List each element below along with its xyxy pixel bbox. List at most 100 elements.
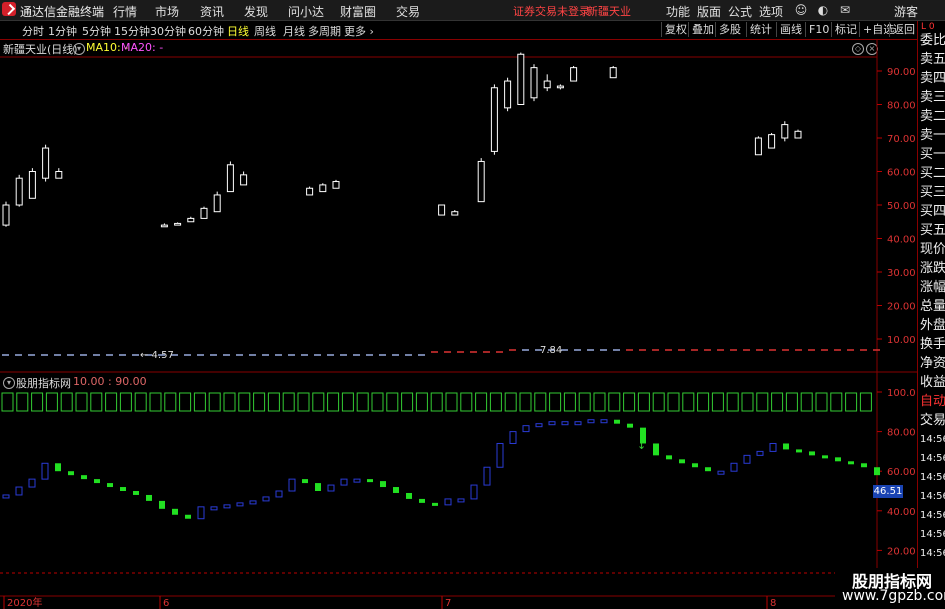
indicator-menu-icon[interactable]: ▾ [3,377,15,389]
toolbar-button-0[interactable]: 复权 [661,22,690,37]
indicator-bar-down [614,419,620,424]
candle-body [504,80,512,109]
menu-1[interactable]: 市场 [155,3,179,20]
signal-box [31,392,44,412]
indicator-bar-down [848,461,854,465]
right-menu-3[interactable]: 选项 [759,3,783,20]
side-item-20: 交易 [920,413,945,428]
indicator-bar-up [496,442,504,468]
tab-period-0[interactable]: 分时 [22,23,44,39]
indicator-bar-down [874,467,880,476]
candle-body [306,187,314,196]
side-item-26: 14:56 [920,529,945,540]
close-icon[interactable]: × [866,43,878,55]
signal-box [208,392,221,412]
indicator-bar-down [653,443,659,456]
indicator-bar-up [600,419,608,424]
toolbar-button-4[interactable]: 画线 [776,22,805,37]
x-axis-label: 6 [163,598,169,609]
signal-box [238,392,251,412]
candle-body [213,194,221,213]
tab-period-7[interactable]: 周线 [254,23,276,39]
signal-box [282,392,295,412]
kline-chart: 90.00 80.00 70.00 60.00 50.00 40.00 30.00 20.00… [0,40,917,609]
side-item-15: 外盘 [920,318,945,333]
toolbar-button-2[interactable]: 多股 [715,22,744,37]
toolbar-button-8[interactable]: 返回 [889,22,918,37]
app-title: 通达信金融终端 [20,5,105,19]
right-menu-0[interactable]: 功能 [666,3,690,20]
signal-box [134,392,147,412]
right-menu-1[interactable]: 版面 [697,3,721,20]
tab-period-4[interactable]: 30分钟 [150,23,186,39]
toolbar-button-3[interactable]: 统计 [746,22,775,37]
login-status[interactable]: 证券交易未登录 [513,3,590,19]
signal-box [800,392,813,412]
candle-body [754,137,762,156]
menu-4[interactable]: 问小达 [288,3,324,20]
support-icon[interactable]: ☺ [794,3,808,17]
chevron-down-icon[interactable]: ▾ [73,43,85,55]
indicator-bar-down [783,443,789,450]
settings-icon[interactable]: ◇ [852,43,864,55]
signal-box [504,392,517,412]
signal-box [475,392,488,412]
tab-period-9[interactable]: 多周期 [308,23,341,39]
mid-annotation: 7.84 [540,345,562,356]
candle-body [42,147,50,179]
signal-box [771,392,784,412]
indicator-bar-down [81,475,87,480]
menu-5[interactable]: 财富圈 [340,3,376,20]
indicator-bar-up [483,466,491,486]
indicator-bar-down [185,514,191,519]
toolbar-button-6[interactable]: 标记 [831,22,860,37]
signal-box [105,392,118,412]
signal-box [430,392,443,412]
app-logo-icon [2,2,16,16]
signal-box [267,392,280,412]
tab-period-6[interactable]: 日线 [227,23,249,39]
indicator-bar-up [249,500,257,505]
menu-6[interactable]: 交易 [396,3,420,20]
indicator-bar-up [522,425,530,433]
skin-icon[interactable]: ◐ [816,3,830,17]
indicator-bar-up [717,470,725,475]
quote-side-panel: L 0 委比 卖五 卖四 卖三 卖二 卖一 买一 买二 买三 买四 买五 现价 涨跌 涨幅 总量 外盘 换手 净资… [917,21,945,609]
indicator-bar-up [743,454,751,464]
indicator-bar-up [15,486,23,496]
signal-box [608,392,621,412]
toolbar-button-1[interactable]: 叠加 [688,22,717,37]
signal-box [460,392,473,412]
menu-3[interactable]: 发现 [244,3,268,20]
tab-period-1[interactable]: 1分钟 [48,23,77,39]
indicator-bar-down [692,463,698,468]
indicator-bar-up [275,490,283,498]
indicator-bar-down [133,491,139,495]
signal-box [563,392,576,412]
candle-body [570,67,578,82]
toolbar-button-5[interactable]: F10 [805,22,832,37]
indicator-bar-up [236,502,244,507]
signal-box [90,392,103,412]
side-item-19: 自动 [920,394,945,409]
indicator-bar-up [210,506,218,511]
tab-period-5[interactable]: 60分钟 [188,23,224,39]
tab-period-10[interactable]: 更多 › [344,23,374,39]
price-tick-label: 30.00 [887,268,916,279]
tab-period-8[interactable]: 月线 [283,23,305,39]
message-icon[interactable]: ✉ [838,3,852,17]
indicator-bar-down [679,459,685,464]
side-item-2: 卖四 [920,71,945,86]
tab-period-3[interactable]: 15分钟 [114,23,150,39]
signal-box [60,392,73,412]
menu-2[interactable]: 资讯 [200,3,224,20]
down-arrow-icon: ↓ [637,439,646,452]
tab-period-2[interactable]: 5分钟 [82,23,111,39]
indicator-bar-down [367,479,373,483]
user-label[interactable]: 游客 [894,3,918,20]
indicator-bar-down [302,479,308,484]
signal-box [726,392,739,412]
indicator-bar-down [432,502,438,506]
right-menu-2[interactable]: 公式 [728,3,752,20]
menu-0[interactable]: 行情 [113,3,137,20]
